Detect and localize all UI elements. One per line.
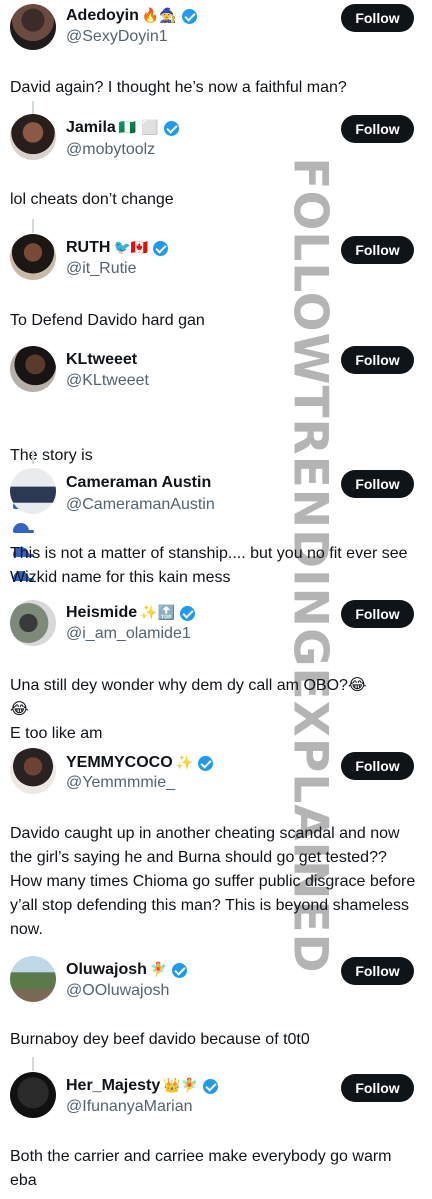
follow-button[interactable]: Follow <box>341 115 414 143</box>
verified-badge-icon <box>172 962 188 978</box>
thread-connector <box>32 101 34 115</box>
display-name: Heismide <box>66 604 138 621</box>
verified-badge-icon <box>198 755 214 771</box>
follow-button[interactable]: Follow <box>341 4 414 32</box>
display-name: Her_Majesty <box>66 1077 161 1094</box>
avatar[interactable] <box>10 468 56 514</box>
display-name: RUTH <box>66 239 111 256</box>
avatar[interactable] <box>10 956 56 1002</box>
display-name: Jamila <box>66 119 116 136</box>
user-handle[interactable]: @i_am_olamide1 <box>66 625 191 643</box>
avatar[interactable] <box>10 346 56 392</box>
name-emojis: 🇳🇬 ⬜ <box>118 120 159 136</box>
verified-badge-icon <box>180 605 196 621</box>
tweet-text: lol cheats don’t change <box>10 191 174 208</box>
verified-badge-icon <box>163 120 179 136</box>
follow-button[interactable]: Follow <box>341 600 414 628</box>
name-emojis: 🔥🧙 <box>141 8 177 24</box>
follow-button[interactable]: Follow <box>341 470 414 498</box>
name-emojis: ✨ <box>175 755 194 771</box>
thread-connector <box>32 1057 34 1071</box>
follow-button[interactable]: Follow <box>341 236 414 264</box>
display-name: Cameraman Austin <box>66 474 212 491</box>
user-name-row[interactable]: YEMMYCOCO ✨ <box>66 754 214 772</box>
name-emojis: 👑🧚 <box>163 1078 199 1094</box>
user-handle[interactable]: @it_Rutie <box>66 260 137 278</box>
follow-button[interactable]: Follow <box>341 1074 414 1102</box>
user-name-row[interactable]: Jamila 🇳🇬 ⬜ <box>66 119 179 137</box>
user-handle[interactable]: @SexyDoyin1 <box>66 28 168 46</box>
follow-button[interactable]: Follow <box>341 957 414 985</box>
user-handle[interactable]: @CameramanAustin <box>66 496 215 514</box>
user-name-row[interactable]: Adedoyin 🔥🧙 <box>66 7 197 25</box>
display-name: Oluwajosh <box>66 961 147 978</box>
display-name: YEMMYCOCO <box>66 754 173 771</box>
name-emojis: 🐦🇨🇦 <box>113 240 149 256</box>
name-emojis: ✨🔝 <box>140 605 176 621</box>
user-name-row[interactable]: Cameraman Austin <box>66 474 211 492</box>
follow-button[interactable]: Follow <box>341 752 414 780</box>
avatar[interactable] <box>10 4 56 50</box>
user-handle[interactable]: @OOluwajosh <box>66 982 169 1000</box>
avatar[interactable] <box>10 748 56 794</box>
avatar[interactable] <box>10 234 56 280</box>
tweet-text: To Defend Davido hard gan <box>10 312 205 329</box>
avatar[interactable] <box>10 114 56 160</box>
user-name-row[interactable]: Oluwajosh 🧚 <box>66 961 188 979</box>
user-name-row[interactable]: RUTH 🐦🇨🇦 <box>66 239 169 257</box>
avatar[interactable] <box>10 600 56 646</box>
cap-icon <box>13 522 34 533</box>
verified-badge-icon <box>153 240 169 256</box>
name-emojis: 🧚 <box>149 962 168 978</box>
avatar[interactable] <box>10 1072 56 1118</box>
follow-button[interactable]: Follow <box>341 346 414 374</box>
display-name: KLtweeet <box>66 351 138 368</box>
verified-badge-icon <box>181 8 197 24</box>
tweet-text-content: The story is <box>10 447 93 464</box>
user-handle[interactable]: @mobytoolz <box>66 141 155 159</box>
tweet-text: Una still dey wonder why dem dy call am … <box>10 677 367 742</box>
tweet-text: David again? I thought he’s now a faithf… <box>10 79 347 96</box>
tweet-text: This is not a matter of stanship.... but… <box>10 545 408 586</box>
user-name-row[interactable]: KLtweeet <box>66 351 137 369</box>
tweet-text: Davido caught up in another cheating sca… <box>10 825 416 938</box>
thread-connector <box>32 450 34 464</box>
user-name-row[interactable]: Her_Majesty 👑🧚 <box>66 1077 219 1095</box>
user-name-row[interactable]: Heismide ✨🔝 <box>66 604 196 622</box>
user-handle[interactable]: @Yemmmmie_ <box>66 774 175 792</box>
user-handle[interactable]: @KLtweeet <box>66 372 149 390</box>
tweet-text: Both the carrier and carriee make everyb… <box>10 1148 392 1189</box>
thread-connector <box>32 219 34 233</box>
tweet-text: Burnaboy dey beef davido because of t0t0 <box>10 1031 310 1048</box>
user-handle[interactable]: @IfunanyaMarian <box>66 1098 193 1116</box>
display-name: Adedoyin <box>66 7 139 24</box>
verified-badge-icon <box>203 1078 219 1094</box>
